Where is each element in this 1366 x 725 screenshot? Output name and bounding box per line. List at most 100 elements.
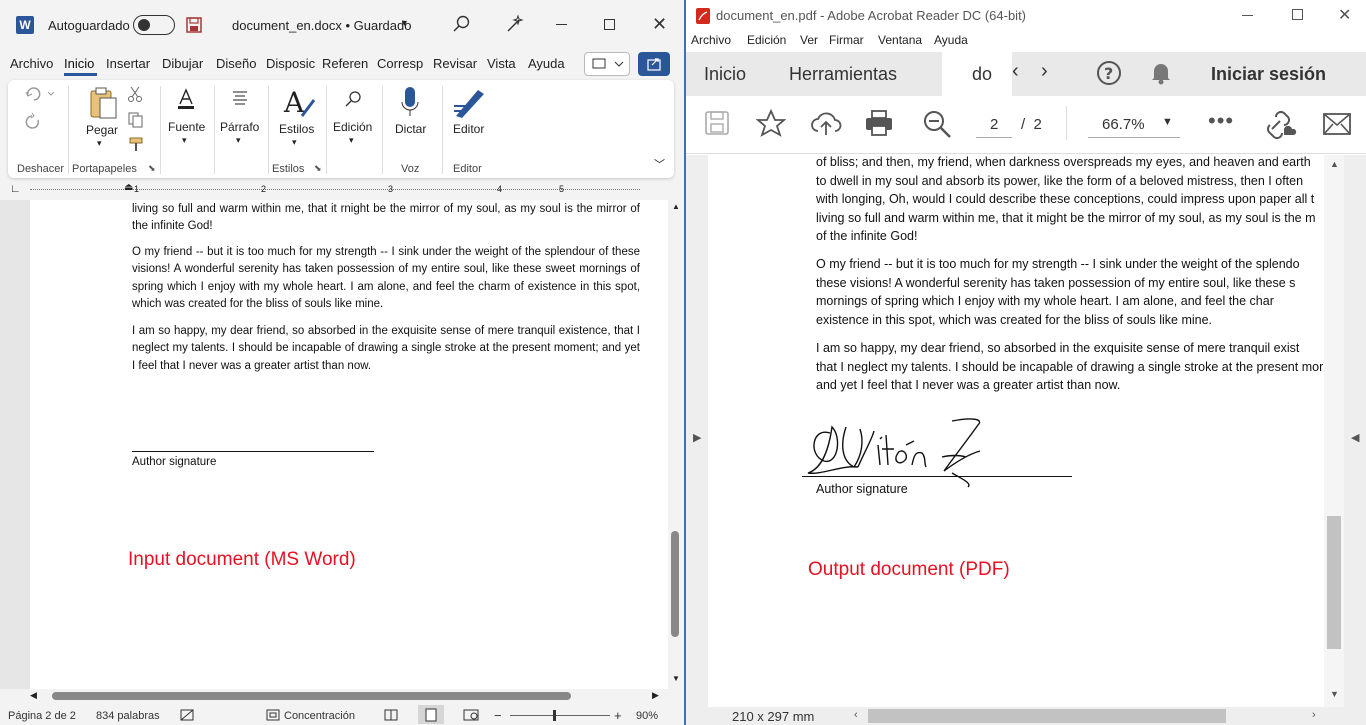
more-tools-icon[interactable]: ••• <box>1208 108 1234 134</box>
tab-diseno[interactable]: Diseño <box>216 56 256 71</box>
designer-wand-icon[interactable] <box>505 14 525 37</box>
horizontal-scroll-thumb[interactable] <box>52 692 571 700</box>
sign-in-button[interactable]: Iniciar sesión <box>1211 64 1326 85</box>
scroll-left-icon[interactable]: ◀ <box>30 690 37 701</box>
horizontal-scrollbar[interactable]: ◀ ▶ <box>0 689 668 703</box>
undo-icon[interactable] <box>24 86 56 105</box>
tab-next-chevron-icon[interactable]: › <box>1041 60 1048 83</box>
focus-mode-button[interactable]: Concentración <box>284 710 355 722</box>
pdf-scroll-left-icon[interactable]: ‹ <box>854 709 858 721</box>
scroll-up-icon[interactable]: ▲ <box>672 202 680 211</box>
editing-chevron-down-icon[interactable]: ▾ <box>349 135 354 146</box>
print-icon[interactable] <box>864 109 894 140</box>
paste-chevron-down-icon[interactable]: ▾ <box>97 138 102 149</box>
pdf-close-icon[interactable]: ✕ <box>1338 5 1351 25</box>
styles-launcher-icon[interactable]: ⬊ <box>314 163 322 174</box>
tab-revisar[interactable]: Revisar <box>433 56 477 71</box>
pdf-vertical-scroll-thumb[interactable] <box>1327 516 1341 649</box>
pdf-scroll-up-icon[interactable]: ▲ <box>1330 159 1339 169</box>
pdf-menu-ventana[interactable]: Ventana <box>878 33 922 47</box>
pdf-horizontal-scroll-thumb[interactable] <box>868 709 1226 723</box>
maximize-icon[interactable] <box>604 19 615 30</box>
scroll-right-icon[interactable]: ▶ <box>652 690 659 701</box>
styles-icon[interactable]: A <box>282 86 316 123</box>
cut-icon[interactable] <box>128 86 142 105</box>
zoom-slider-thumb[interactable] <box>553 710 556 721</box>
autosave-toggle[interactable] <box>133 15 175 35</box>
styles-button[interactable]: Estilos <box>279 122 314 136</box>
word-count[interactable]: 834 palabras <box>96 710 160 722</box>
tab-ayuda[interactable]: Ayuda <box>528 56 565 71</box>
pdf-menu-edicion[interactable]: Edición <box>747 33 786 47</box>
pdf-tab-inicio[interactable]: Inicio <box>704 64 746 85</box>
dictate-button[interactable]: Dictar <box>395 122 426 136</box>
zoom-slider[interactable] <box>510 715 610 716</box>
zoom-in-icon[interactable]: + <box>614 708 622 723</box>
copy-icon[interactable] <box>128 112 144 131</box>
document-title[interactable]: document_en.docx • Guardado <box>232 18 411 33</box>
redo-icon[interactable] <box>24 112 44 133</box>
bookmark-star-icon[interactable] <box>755 108 787 140</box>
left-panel-expand-icon[interactable]: ▶ <box>693 431 701 444</box>
share-button[interactable] <box>638 52 670 76</box>
scroll-down-icon[interactable]: ▼ <box>672 674 680 683</box>
tab-disposicion[interactable]: Disposic <box>266 56 315 71</box>
pdf-tab-herramientas[interactable]: Herramientas <box>789 64 897 85</box>
pdf-maximize-icon[interactable] <box>1292 9 1303 20</box>
pdf-save-icon[interactable] <box>704 110 730 139</box>
tab-insertar[interactable]: Insertar <box>106 56 150 71</box>
vertical-scrollbar[interactable]: ▲ ▼ <box>668 200 684 689</box>
title-chevron-down-icon[interactable]: ▾ <box>402 18 407 29</box>
document-page[interactable]: living so full and warm within me, that … <box>30 200 668 689</box>
zoom-out-icon[interactable]: − <box>494 708 502 723</box>
collapse-ribbon-chevron-icon[interactable]: ﹀ <box>654 156 665 172</box>
tab-inicio[interactable]: Inicio <box>64 56 94 71</box>
right-panel-expand-icon[interactable]: ◀ <box>1351 431 1359 444</box>
microphone-icon[interactable] <box>400 86 420 123</box>
vertical-scroll-thumb[interactable] <box>671 531 679 637</box>
font-button[interactable]: Fuente <box>168 120 205 134</box>
tab-vista[interactable]: Vista <box>487 56 516 71</box>
indent-marker-icon[interactable]: ⏏ <box>124 182 133 193</box>
tab-archivo[interactable]: Archivo <box>10 56 53 71</box>
pdf-menu-ver[interactable]: Ver <box>800 33 818 47</box>
tab-prev-chevron-icon[interactable]: ‹ <box>1012 60 1019 83</box>
print-layout-icon[interactable] <box>418 705 444 724</box>
styles-chevron-down-icon[interactable]: ▾ <box>292 137 297 148</box>
zoom-search-icon[interactable] <box>922 109 952 142</box>
web-layout-icon[interactable] <box>463 709 479 724</box>
accessibility-icon[interactable] <box>180 709 194 724</box>
font-chevron-down-icon[interactable]: ▾ <box>182 135 187 146</box>
font-icon[interactable] <box>176 88 196 113</box>
pdf-page[interactable]: of bliss; and then, my friend, when dark… <box>708 155 1324 707</box>
pdf-vertical-scrollbar[interactable]: ▲ ▼ <box>1324 155 1344 707</box>
minimize-icon[interactable] <box>556 24 567 25</box>
email-icon[interactable] <box>1322 112 1352 139</box>
focus-icon[interactable] <box>266 709 280 724</box>
pdf-scroll-down-icon[interactable]: ▼ <box>1330 689 1339 699</box>
zoom-chevron-down-icon[interactable]: ▼ <box>1162 116 1173 128</box>
cloud-upload-icon[interactable] <box>810 109 842 140</box>
pdf-menu-ayuda[interactable]: Ayuda <box>934 33 968 47</box>
zoom-select[interactable]: 66.7% ▼ <box>1088 110 1180 138</box>
page-count[interactable]: Página 2 de 2 <box>8 710 76 722</box>
save-icon[interactable] <box>186 17 202 33</box>
paragraph-chevron-down-icon[interactable]: ▾ <box>236 135 241 146</box>
pdf-scroll-right-icon[interactable]: › <box>1312 709 1316 721</box>
tab-stop-icon[interactable]: ∟ <box>10 183 21 195</box>
paragraph-button[interactable]: Párrafo <box>220 120 259 134</box>
help-icon[interactable]: ? <box>1096 60 1122 89</box>
tab-referencias[interactable]: Referen <box>322 56 368 71</box>
tab-dibujar[interactable]: Dibujar <box>162 56 203 71</box>
notifications-bell-icon[interactable] <box>1150 60 1172 89</box>
format-painter-icon[interactable] <box>128 136 146 155</box>
tab-correspondencia[interactable]: Corresp <box>377 56 423 71</box>
pdf-menu-archivo[interactable]: Archivo <box>691 33 731 47</box>
editor-button[interactable]: Editor <box>453 122 484 136</box>
close-icon[interactable]: ✕ <box>652 14 667 35</box>
paste-icon[interactable] <box>88 86 118 123</box>
clipboard-launcher-icon[interactable]: ⬊ <box>148 163 156 174</box>
pdf-menu-firmar[interactable]: Firmar <box>829 33 864 47</box>
comments-button[interactable] <box>584 52 630 76</box>
page-number-input[interactable]: 2 <box>976 110 1012 138</box>
